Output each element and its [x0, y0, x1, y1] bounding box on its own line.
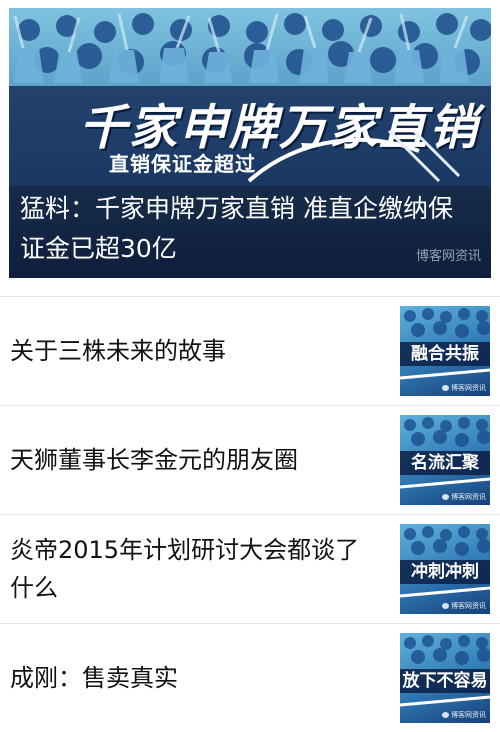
- swoosh-graphic: [247, 129, 461, 183]
- wechat-icon: [442, 712, 449, 718]
- news-item[interactable]: 炎帝2015年计划研讨大会都谈了什么 冲刺冲刺 博客网资讯: [0, 515, 500, 624]
- thumbnail-label: 放下不容易: [400, 669, 490, 693]
- wechat-icon: [442, 385, 449, 391]
- thumbnail-watermark: 博客网资讯: [442, 601, 486, 611]
- news-page: 千家申牌万家直销 直销保证金超过 猛料：千家申牌万家直销 准直企缴纳保证金已超3…: [0, 0, 500, 732]
- thumbnail-watermark: 博客网资讯: [442, 710, 486, 720]
- wechat-icon: [442, 494, 449, 500]
- news-title[interactable]: 天狮董事长李金元的朋友圈: [10, 441, 380, 479]
- stripe-graphic: [400, 695, 490, 707]
- news-list: 关于三株未来的故事 融合共振 博客网资讯 天狮董事长李金元的朋友圈 名流汇聚 博…: [0, 296, 500, 732]
- thumbnail-label: 融合共振: [400, 342, 490, 366]
- thumbnail-watermark-text: 博客网资讯: [451, 493, 486, 501]
- thumbnail-label: 冲刺冲刺: [400, 560, 490, 584]
- featured-article-title[interactable]: 猛料：千家申牌万家直销 准直企缴纳保证金已超30亿: [20, 189, 470, 269]
- news-thumbnail[interactable]: 名流汇聚 博客网资讯: [400, 415, 490, 505]
- thumbnail-watermark: 博客网资讯: [442, 492, 486, 502]
- wechat-icon: [442, 603, 449, 609]
- featured-article[interactable]: 千家申牌万家直销 直销保证金超过 猛料：千家申牌万家直销 准直企缴纳保证金已超3…: [9, 8, 491, 278]
- stripe-graphic: [400, 368, 490, 380]
- news-item[interactable]: 天狮董事长李金元的朋友圈 名流汇聚 博客网资讯: [0, 406, 500, 515]
- thumbnail-label: 名流汇聚: [400, 451, 490, 475]
- news-title[interactable]: 关于三株未来的故事: [10, 332, 380, 370]
- news-thumbnail[interactable]: 放下不容易 博客网资讯: [400, 633, 490, 723]
- news-thumbnail[interactable]: 融合共振 博客网资讯: [400, 306, 490, 396]
- news-thumbnail[interactable]: 冲刺冲刺 博客网资讯: [400, 524, 490, 614]
- news-title[interactable]: 炎帝2015年计划研讨大会都谈了什么: [10, 531, 380, 607]
- hero-watermark: 博客网资讯: [415, 249, 481, 264]
- stripe-graphic: [400, 477, 490, 489]
- thumbnail-watermark-text: 博客网资讯: [451, 711, 486, 719]
- thumbnail-watermark-text: 博客网资讯: [451, 602, 486, 610]
- thumbnail-watermark: 博客网资讯: [442, 383, 486, 393]
- stripe-graphic: [400, 586, 490, 598]
- hero-image-subline: 直销保证金超过: [109, 152, 256, 176]
- news-item[interactable]: 成刚：售卖真实 放下不容易 博客网资讯: [0, 624, 500, 732]
- news-item[interactable]: 关于三株未来的故事 融合共振 博客网资讯: [0, 297, 500, 406]
- news-title[interactable]: 成刚：售卖真实: [10, 659, 380, 697]
- thumbnail-watermark-text: 博客网资讯: [451, 384, 486, 392]
